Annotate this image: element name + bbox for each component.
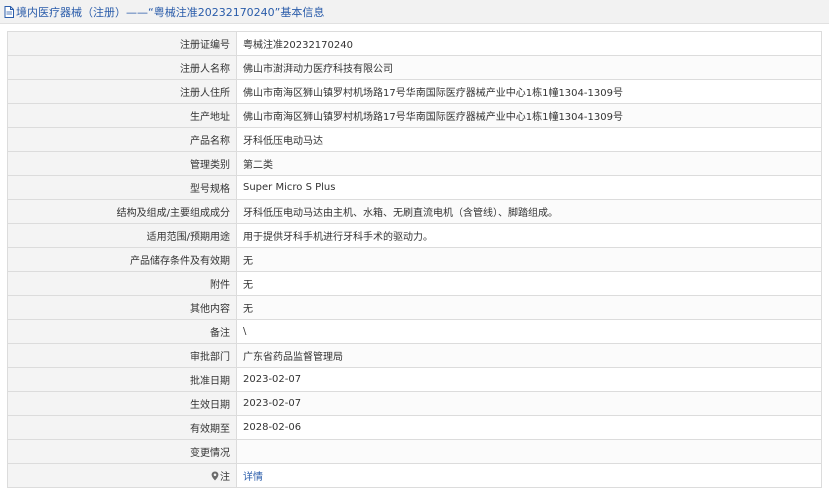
row-value: 2023-02-07 [236, 391, 822, 416]
row-label: 生效日期 [7, 391, 237, 416]
breadcrumb: 境内医疗器械（注册）——“粤械注准20232170240”基本信息 [16, 5, 325, 19]
note-label-cell: 注 [7, 463, 237, 488]
table-row: 注册人名称 佛山市澍湃动力医疗科技有限公司 [7, 55, 822, 80]
table-row: 有效期至 2028-02-06 [7, 415, 822, 440]
row-value [236, 439, 822, 464]
details-link[interactable]: 详情 [243, 472, 263, 483]
page-header: 境内医疗器械（注册）——“粤械注准20232170240”基本信息 [0, 0, 829, 24]
map-pin-icon [211, 471, 219, 481]
row-label: 变更情况 [7, 439, 237, 464]
row-value: 无 [236, 295, 822, 320]
table-row: 产品储存条件及有效期 无 [7, 247, 822, 272]
table-row: 生效日期 2023-02-07 [7, 391, 822, 416]
row-label: 有效期至 [7, 415, 237, 440]
row-label: 生产地址 [7, 103, 237, 128]
row-value: 第二类 [236, 151, 822, 176]
table-row: 变更情况 [7, 439, 822, 464]
detail-table: 注册证编号 粤械注准20232170240 注册人名称 佛山市澍湃动力医疗科技有… [7, 31, 822, 488]
row-label: 审批部门 [7, 343, 237, 368]
row-label: 备注 [7, 319, 237, 344]
row-label: 其他内容 [7, 295, 237, 320]
document-icon [4, 5, 14, 18]
table-row: 附件 无 [7, 271, 822, 296]
row-label: 注册证编号 [7, 31, 237, 56]
row-value: Super Micro S Plus [236, 175, 822, 200]
table-row: 批准日期 2023-02-07 [7, 367, 822, 392]
row-label: 批准日期 [7, 367, 237, 392]
table-row: 产品名称 牙科低压电动马达 [7, 127, 822, 152]
row-label: 注册人住所 [7, 79, 237, 104]
note-row: 注 详情 [7, 463, 822, 488]
note-label: 注 [220, 472, 230, 483]
row-value: 2028-02-06 [236, 415, 822, 440]
row-value: 无 [236, 271, 822, 296]
table-row: 型号规格 Super Micro S Plus [7, 175, 822, 200]
row-value: 佛山市澍湃动力医疗科技有限公司 [236, 55, 822, 80]
table-row: 管理类别 第二类 [7, 151, 822, 176]
row-label: 注册人名称 [7, 55, 237, 80]
row-value: 广东省药品监督管理局 [236, 343, 822, 368]
row-value: 无 [236, 247, 822, 272]
row-label: 附件 [7, 271, 237, 296]
table-row: 生产地址 佛山市南海区狮山镇罗村机场路17号华南国际医疗器械产业中心1栋1幢13… [7, 103, 822, 128]
table-row: 其他内容 无 [7, 295, 822, 320]
row-label: 适用范围/预期用途 [7, 223, 237, 248]
table-row: 结构及组成/主要组成成分 牙科低压电动马达由主机、水箱、无刷直流电机（含管线）、… [7, 199, 822, 224]
row-label: 产品名称 [7, 127, 237, 152]
row-value: 粤械注准20232170240 [236, 31, 822, 56]
row-value: 佛山市南海区狮山镇罗村机场路17号华南国际医疗器械产业中心1栋1幢1304-13… [236, 79, 822, 104]
table-row: 注册证编号 粤械注准20232170240 [7, 31, 822, 56]
row-value: 2023-02-07 [236, 367, 822, 392]
row-value: 用于提供牙科手机进行牙科手术的驱动力。 [236, 223, 822, 248]
row-value: 牙科低压电动马达 [236, 127, 822, 152]
row-label: 型号规格 [7, 175, 237, 200]
row-value: \ [236, 319, 822, 344]
row-label: 管理类别 [7, 151, 237, 176]
row-label: 产品储存条件及有效期 [7, 247, 237, 272]
row-value: 佛山市南海区狮山镇罗村机场路17号华南国际医疗器械产业中心1栋1幢1304-13… [236, 103, 822, 128]
table-row: 适用范围/预期用途 用于提供牙科手机进行牙科手术的驱动力。 [7, 223, 822, 248]
table-row: 备注 \ [7, 319, 822, 344]
note-value-cell: 详情 [236, 463, 822, 488]
detail-table-container: 注册证编号 粤械注准20232170240 注册人名称 佛山市澍湃动力医疗科技有… [7, 31, 822, 488]
table-row: 注册人住所 佛山市南海区狮山镇罗村机场路17号华南国际医疗器械产业中心1栋1幢1… [7, 79, 822, 104]
row-label: 结构及组成/主要组成成分 [7, 199, 237, 224]
table-row: 审批部门 广东省药品监督管理局 [7, 343, 822, 368]
row-value: 牙科低压电动马达由主机、水箱、无刷直流电机（含管线）、脚踏组成。 [236, 199, 822, 224]
